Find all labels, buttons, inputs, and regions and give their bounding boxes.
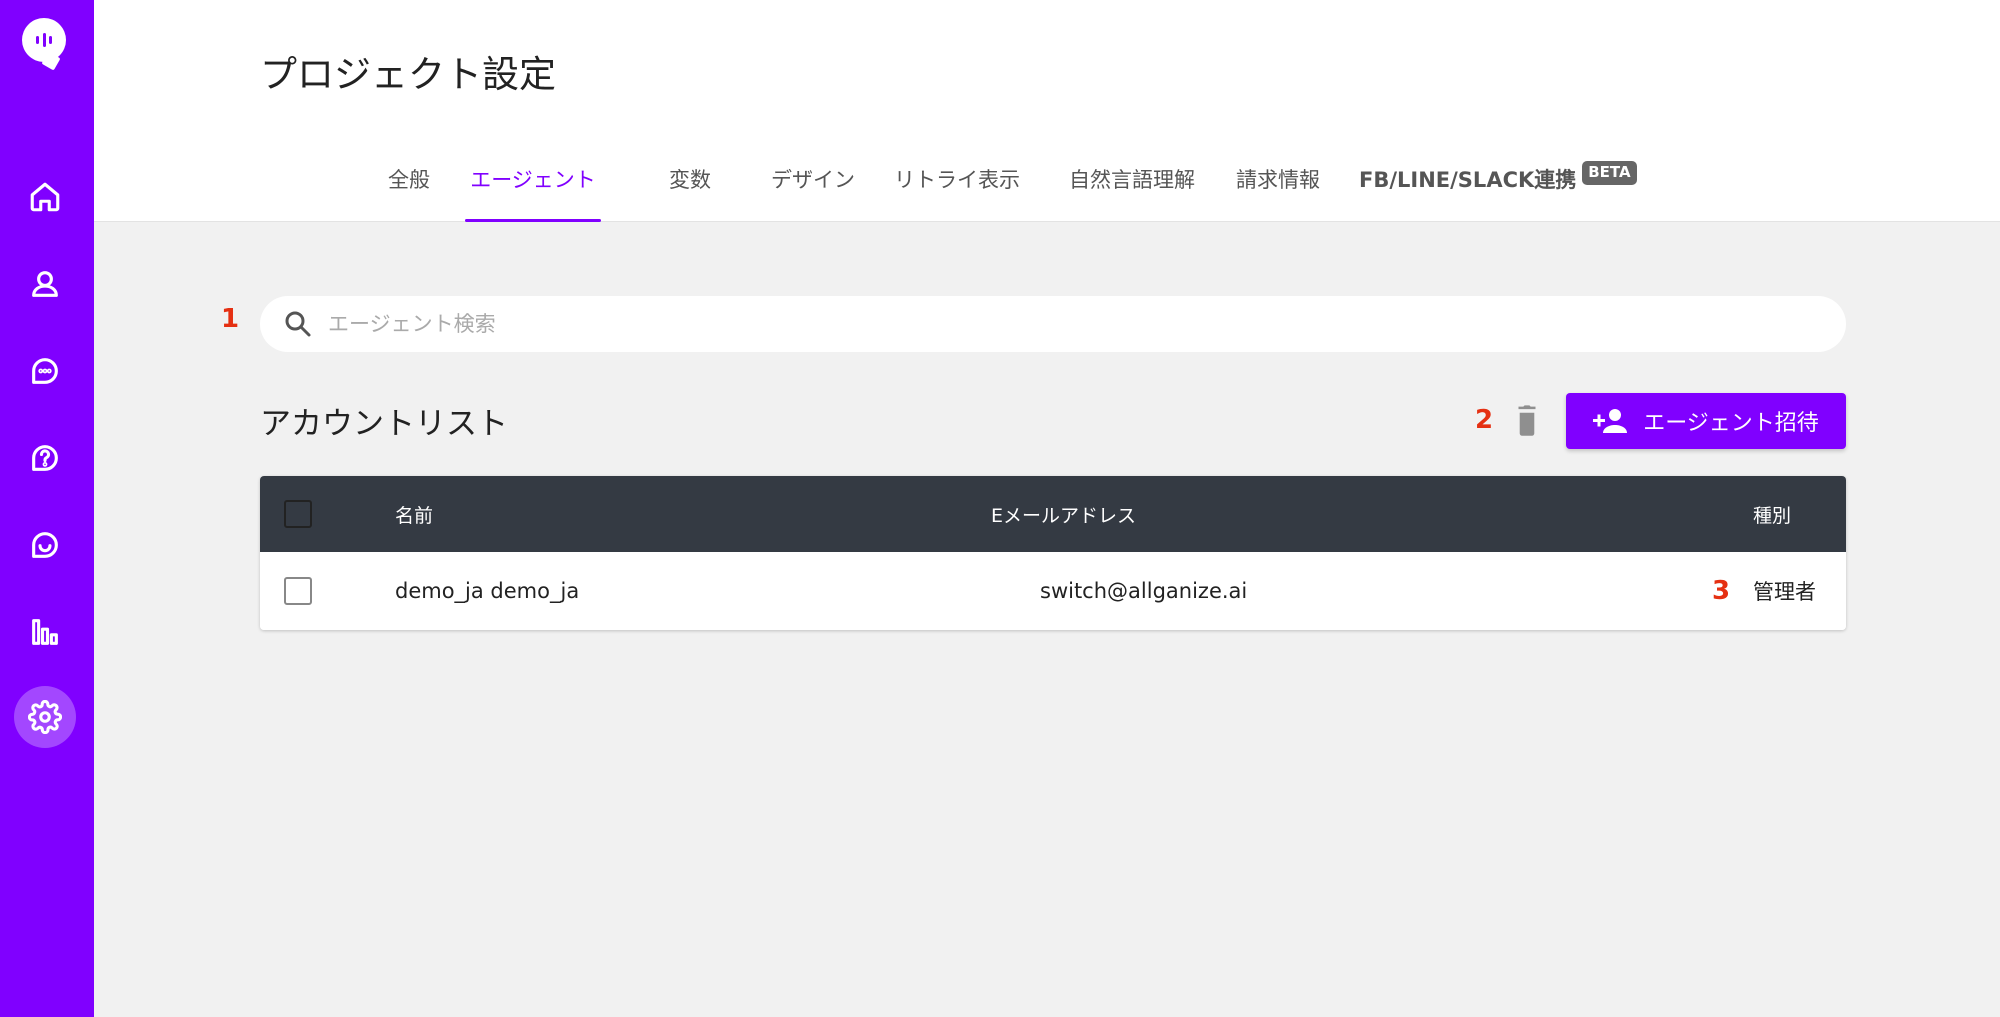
account-table: 名前 Eメールアドレス 種別 demo_ja demo_ja switch@al… — [260, 476, 1846, 630]
trash-icon — [1518, 405, 1536, 436]
row-checkbox-cell — [260, 552, 320, 630]
nav-users[interactable] — [14, 253, 76, 315]
tab-design[interactable]: デザイン — [765, 160, 861, 222]
table-row[interactable]: demo_ja demo_ja switch@allganize.ai 3 管理… — [260, 552, 1846, 630]
logo-bars-icon — [36, 30, 52, 50]
nav-settings[interactable] — [14, 686, 76, 748]
home-icon — [30, 182, 60, 212]
sidebar — [0, 0, 94, 1017]
row-name: demo_ja demo_ja — [395, 579, 580, 603]
help-icon — [32, 445, 58, 471]
tab-integrations[interactable]: FB/LINE/SLACK連携 BETA — [1359, 160, 1637, 222]
stats-icon — [32, 619, 58, 645]
account-list-title: アカウントリスト — [260, 406, 508, 442]
tab-integrations-label: FB/LINE/SLACK連携 — [1359, 168, 1577, 192]
annotation-marker-1: 1 — [221, 304, 240, 334]
row-type: 管理者 — [1753, 580, 1816, 604]
search-input[interactable] — [328, 312, 1728, 336]
invite-agent-label: エージェント招待 — [1643, 411, 1819, 436]
gear-icon — [28, 700, 62, 734]
tab-nlu[interactable]: 自然言語理解 — [1063, 160, 1201, 222]
smile-icon — [32, 532, 58, 558]
tab-variables[interactable]: 変数 — [665, 160, 715, 222]
search-icon — [285, 311, 311, 337]
header-checkbox-cell — [260, 476, 320, 552]
annotation-marker-3: 3 — [1712, 576, 1731, 606]
header-type: 種別 — [1753, 504, 1792, 527]
tab-billing[interactable]: 請求情報 — [1231, 160, 1325, 222]
select-all-checkbox[interactable] — [284, 500, 312, 528]
person-add-icon — [1593, 409, 1628, 433]
chat-icon — [32, 358, 58, 384]
app-logo[interactable] — [22, 18, 66, 62]
tab-general[interactable]: 全般 — [386, 160, 432, 222]
header-name: 名前 — [395, 504, 434, 527]
page-title: プロジェクト設定 — [260, 53, 556, 96]
header-email: Eメールアドレス — [991, 504, 1137, 527]
nav-home[interactable] — [14, 166, 76, 228]
tab-retry-display[interactable]: リトライ表示 — [892, 160, 1022, 222]
agent-search[interactable] — [260, 296, 1846, 352]
tab-agent[interactable]: エージェント — [465, 160, 601, 222]
page-header: プロジェクト設定 全般 エージェント 変数 デザイン リトライ表示 自然言語理解… — [94, 0, 2000, 222]
nav-stats[interactable] — [14, 601, 76, 663]
delete-button[interactable] — [1512, 403, 1542, 437]
row-checkbox[interactable] — [284, 577, 312, 605]
row-email: switch@allganize.ai — [1040, 579, 1248, 603]
user-icon — [32, 271, 58, 297]
table-header: 名前 Eメールアドレス 種別 — [260, 476, 1846, 552]
beta-badge: BETA — [1582, 161, 1637, 185]
nav-conversation[interactable] — [14, 514, 76, 576]
nav-chat[interactable] — [14, 340, 76, 402]
nav-help[interactable] — [14, 427, 76, 489]
invite-agent-button[interactable]: エージェント招待 — [1566, 393, 1846, 449]
annotation-marker-2: 2 — [1475, 405, 1494, 435]
